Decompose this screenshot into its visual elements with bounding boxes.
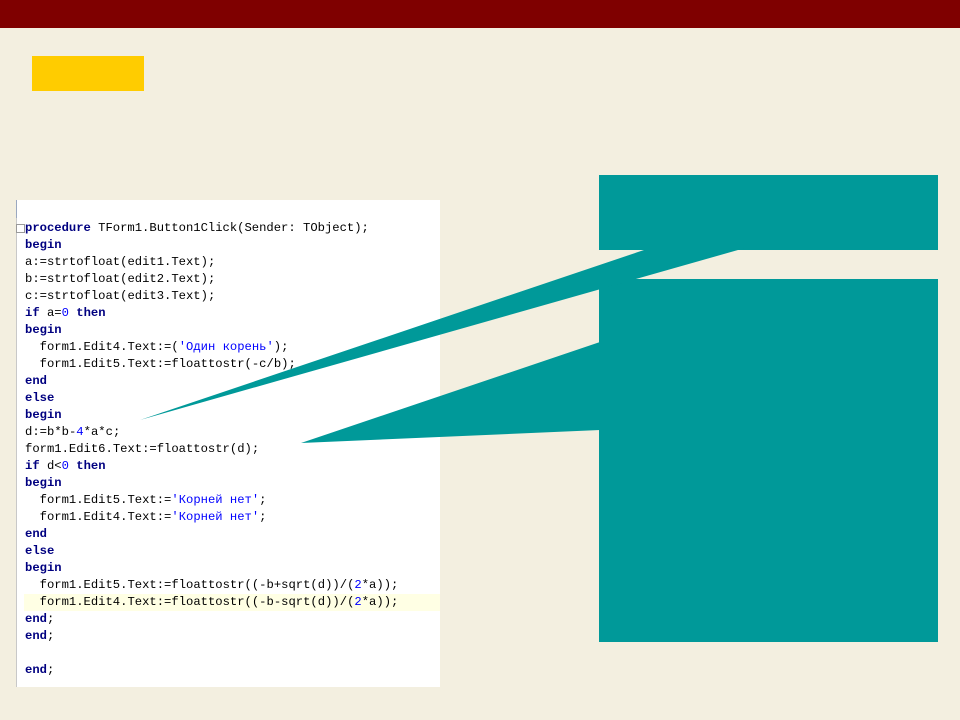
callout-pointers bbox=[140, 248, 745, 443]
callout-pointer-top bbox=[140, 248, 745, 420]
